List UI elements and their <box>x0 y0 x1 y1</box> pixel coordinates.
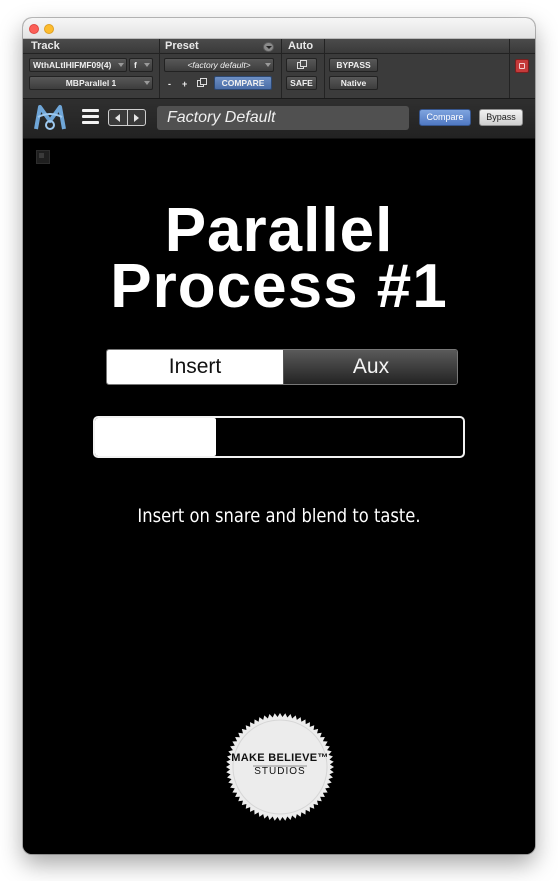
window-titlebar <box>23 18 535 39</box>
next-preset-button[interactable] <box>127 110 145 125</box>
preset-next-button[interactable]: + <box>182 79 187 89</box>
protools-insert-header: Track Preset Auto WthALtIHIFMF09(4) f MB… <box>23 39 535 99</box>
auto-label: Auto <box>288 40 314 52</box>
header-divider <box>509 39 510 98</box>
preset-prev-button[interactable]: - <box>168 79 171 89</box>
preset-navigation <box>108 109 146 126</box>
preset-name-field[interactable]: Factory Default <box>157 106 409 130</box>
mode-switch: Insert Aux <box>106 349 458 385</box>
insert-name: MBParallel 1 <box>65 78 117 88</box>
preset-value: <factory default> <box>187 60 251 70</box>
plugin-title: Parallel Process #1 <box>23 196 535 321</box>
description-text: Insert on snare and blend to taste. <box>137 505 421 527</box>
previous-preset-button[interactable] <box>109 110 128 125</box>
plugin-toolbar: Factory Default Compare Bypass <box>23 99 535 139</box>
header-divider <box>281 39 282 98</box>
plugin-window: Track Preset Auto WthALtIHIFMF09(4) f MB… <box>23 18 535 854</box>
preset-label: Preset <box>165 40 199 52</box>
title-line-1: Parallel <box>164 196 394 265</box>
mode-aux-button[interactable]: Aux <box>283 350 457 384</box>
safe-button[interactable]: SAFE <box>286 76 317 90</box>
header-divider <box>324 39 325 98</box>
compare-button[interactable]: Compare <box>419 109 471 126</box>
blend-slider[interactable] <box>93 416 465 458</box>
insert-selector[interactable]: MBParallel 1 <box>29 76 153 90</box>
preset-menu-button[interactable] <box>263 42 274 52</box>
minimize-window-button[interactable] <box>44 24 54 34</box>
preset-selector[interactable]: <factory default> <box>164 58 274 72</box>
header-compare-button[interactable]: COMPARE <box>214 76 272 90</box>
copy-settings-icon[interactable] <box>197 78 207 88</box>
plugin-logo-icon <box>34 105 66 130</box>
make-believe-studios-logo: MAKE BELIEVE™ STUDIOS <box>225 712 335 822</box>
chevron-down-icon <box>118 63 124 67</box>
plugin-body: Parallel Process #1 Insert Aux Insert on… <box>23 139 535 854</box>
track-label: Track <box>31 40 60 52</box>
automation-window-button[interactable] <box>286 58 317 72</box>
track-selector[interactable]: WthALtIHIFMF09(4) <box>29 58 127 72</box>
chevron-down-icon <box>265 63 271 67</box>
blend-slider-fill <box>95 418 216 456</box>
format-label: Native <box>329 76 378 90</box>
track-name: WthALtIHIFMF09(4) <box>33 60 112 70</box>
header-bypass-button[interactable]: BYPASS <box>329 58 378 72</box>
menu-icon[interactable] <box>82 108 99 126</box>
mode-insert-button[interactable]: Insert <box>107 350 283 384</box>
automation-icon <box>296 60 307 69</box>
close-window-button[interactable] <box>29 24 39 34</box>
settings-icon[interactable] <box>36 150 50 164</box>
bypass-button[interactable]: Bypass <box>479 109 523 126</box>
chevron-down-icon <box>144 63 150 67</box>
track-mode: f <box>134 60 137 70</box>
title-line-2: Process #1 <box>110 252 448 321</box>
header-divider <box>159 39 160 98</box>
arrow-left-icon <box>115 114 120 122</box>
track-mode-selector[interactable]: f <box>129 58 153 72</box>
chevron-down-icon <box>144 81 150 85</box>
header-labels: Track Preset Auto <box>23 39 535 54</box>
badge-line-1: MAKE BELIEVE™ <box>231 752 329 764</box>
badge-line-2: STUDIOS <box>254 766 306 777</box>
arrow-right-icon <box>134 114 139 122</box>
power-button[interactable] <box>515 59 529 73</box>
